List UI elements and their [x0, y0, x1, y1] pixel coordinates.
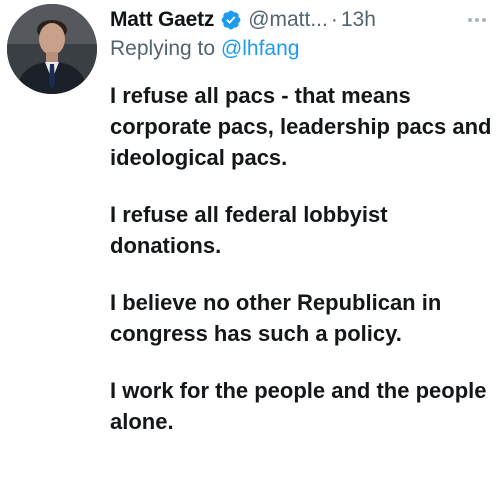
replying-to: Replying to @lhfang [110, 37, 299, 61]
tweet-card: Matt Gaetz @matt... · 13h Replying to @l… [0, 0, 500, 477]
profile-photo [7, 4, 97, 94]
tweet-paragraph: I work for the people and the people alo… [110, 378, 487, 434]
avatar[interactable] [7, 4, 97, 94]
author-handle[interactable]: @matt... [248, 8, 328, 32]
replying-to-label: Replying to [110, 37, 221, 60]
separator-dot: · [330, 8, 338, 31]
timestamp[interactable]: 13h [341, 8, 376, 32]
tweet-text: I refuse all pacs - that means corporate… [110, 80, 495, 437]
tweet-paragraph: I refuse all pacs - that means corporate… [110, 83, 492, 170]
reply-target-link[interactable]: @lhfang [221, 37, 300, 60]
verified-badge-icon [220, 9, 242, 31]
tweet-paragraph: I refuse all federal lobbyist donations. [110, 202, 388, 258]
tweet-paragraph: I believe no other Republican in congres… [110, 290, 442, 346]
author-name[interactable]: Matt Gaetz [110, 8, 214, 32]
tweet-header: Matt Gaetz @matt... · 13h [110, 3, 492, 37]
more-options-icon[interactable] [462, 8, 492, 32]
